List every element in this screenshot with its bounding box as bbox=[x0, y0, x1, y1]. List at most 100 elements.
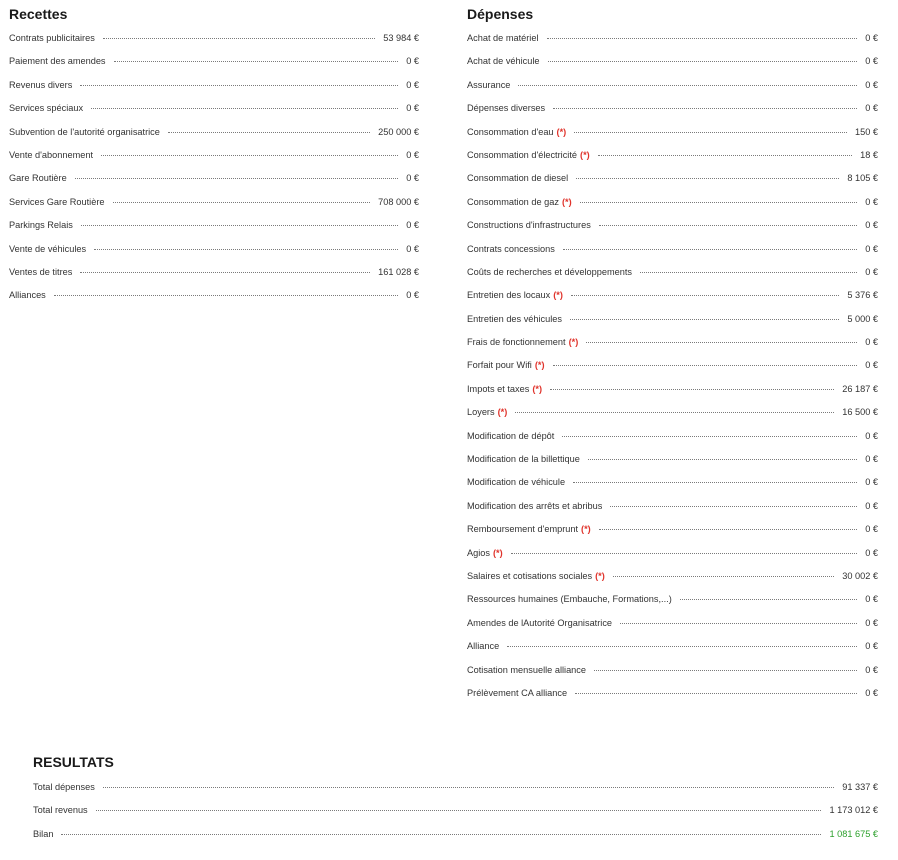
depense-row-value: 0 € bbox=[865, 56, 878, 67]
depense-row-value: 150 € bbox=[855, 126, 878, 137]
depense-row-label: Achat de véhicule bbox=[467, 56, 540, 67]
depense-row: Impots et taxes (*) 26 187 € bbox=[467, 383, 878, 406]
recette-row-label: Gare Routière bbox=[9, 173, 67, 184]
depenses-list: Achat de matériel 0 € Achat de véhicule 0 €… bbox=[467, 32, 878, 710]
depense-row-value: 0 € bbox=[865, 79, 878, 90]
recette-row-value: 0 € bbox=[406, 220, 419, 231]
resultat-row: Total dépenses 91 337 € bbox=[33, 781, 878, 804]
depense-row: Ressources humaines (Embauche, Formation… bbox=[467, 593, 878, 616]
dotted-leader bbox=[610, 505, 858, 507]
depense-row: Agios (*) 0 € bbox=[467, 547, 878, 570]
depense-row: Modification de véhicule 0 € bbox=[467, 476, 878, 499]
dotted-leader bbox=[550, 388, 835, 390]
recette-row-label: Vente d'abonnement bbox=[9, 149, 94, 160]
depense-row-label: Loyers bbox=[467, 407, 495, 418]
recette-row-label: Subvention de l'autorité organisatrice bbox=[9, 126, 160, 137]
depense-row: Dépenses diverses 0 € bbox=[467, 102, 878, 125]
depenses-heading: Dépenses bbox=[467, 6, 534, 22]
dotted-leader bbox=[597, 154, 853, 156]
depense-row-value: 0 € bbox=[865, 196, 878, 207]
depense-row: Assurance 0 € bbox=[467, 79, 878, 102]
resultat-row-label: Total revenus bbox=[33, 805, 88, 816]
depense-row-label: Coûts de recherches et développements bbox=[467, 266, 632, 277]
depense-row-label: Achat de matériel bbox=[467, 33, 539, 43]
depense-row-value: 18 € bbox=[860, 149, 878, 160]
depense-row-label: Modification des arrêts et abribus bbox=[467, 500, 603, 511]
recette-row: Services Gare Routière 708 000 € bbox=[9, 196, 419, 219]
depense-row: Achat de véhicule 0 € bbox=[467, 55, 878, 78]
depense-row: Constructions d'infrastructures 0 € bbox=[467, 219, 878, 242]
dotted-leader bbox=[575, 692, 858, 694]
depense-row-value: 0 € bbox=[865, 524, 878, 535]
depense-row-label: Modification de dépôt bbox=[467, 430, 555, 441]
recette-row-value: 53 984 € bbox=[383, 33, 419, 43]
depense-row-label: Ressources humaines (Embauche, Formation… bbox=[467, 594, 672, 605]
required-marker: (*) bbox=[561, 196, 572, 207]
depense-row-label: Impots et taxes bbox=[467, 383, 530, 394]
depense-row-value: 0 € bbox=[865, 103, 878, 114]
recette-row: Ventes de titres 161 028 € bbox=[9, 266, 419, 289]
recette-row-value: 0 € bbox=[406, 56, 419, 67]
depense-row-label: Amendes de lAutorité Organisatrice bbox=[467, 617, 613, 628]
depense-row-label: Remboursement d'emprunt bbox=[467, 524, 579, 535]
recette-row: Vente de véhicules 0 € bbox=[9, 243, 419, 266]
depense-row: Cotisation mensuelle alliance 0 € bbox=[467, 664, 878, 687]
required-marker: (*) bbox=[532, 383, 543, 394]
dotted-leader bbox=[612, 575, 835, 577]
depense-row-label: Consommation d'eau bbox=[467, 126, 554, 137]
recette-row-label: Ventes de titres bbox=[9, 266, 73, 277]
depense-row-label: Consommation d'électricité bbox=[467, 149, 578, 160]
depense-row: Contrats concessions 0 € bbox=[467, 243, 878, 266]
dotted-leader bbox=[598, 225, 858, 227]
depense-row-label: Agios bbox=[467, 547, 490, 558]
recette-row: Services spéciaux 0 € bbox=[9, 102, 419, 125]
dotted-leader bbox=[679, 599, 858, 601]
dotted-leader bbox=[574, 131, 847, 133]
resultats-list: Total dépenses 91 337 € Total revenus 1 173… bbox=[33, 781, 878, 851]
depense-row: Entretien des locaux (*) 5 376 € bbox=[467, 289, 878, 312]
dotted-leader bbox=[547, 61, 858, 63]
dotted-leader bbox=[518, 84, 858, 86]
depense-row-value: 0 € bbox=[865, 594, 878, 605]
recette-row: Paiement des amendes 0 € bbox=[9, 55, 419, 78]
dotted-leader bbox=[74, 178, 399, 180]
depense-row: Entretien des véhicules 5 000 € bbox=[467, 313, 878, 336]
depense-row-value: 8 105 € bbox=[847, 173, 878, 184]
required-marker: (*) bbox=[534, 360, 545, 371]
depense-row: Modification de la billettique 0 € bbox=[467, 453, 878, 476]
recette-row-value: 0 € bbox=[406, 243, 419, 254]
depense-row: Modification de dépôt 0 € bbox=[467, 430, 878, 453]
recette-row-label: Vente de véhicules bbox=[9, 243, 87, 254]
depense-row-value: 0 € bbox=[865, 477, 878, 488]
dotted-leader bbox=[576, 178, 840, 180]
required-marker: (*) bbox=[492, 547, 503, 558]
depense-row-value: 0 € bbox=[865, 454, 878, 465]
dotted-leader bbox=[507, 646, 858, 648]
depense-row: Salaires et cotisations sociales (*) 30 00… bbox=[467, 570, 878, 593]
dotted-leader bbox=[552, 365, 858, 367]
recette-row-label: Parkings Relais bbox=[9, 220, 73, 231]
recette-row: Vente d'abonnement 0 € bbox=[9, 149, 419, 172]
depense-row-value: 0 € bbox=[865, 243, 878, 254]
depense-row-value: 0 € bbox=[865, 33, 878, 43]
resultat-row: Total revenus 1 173 012 € bbox=[33, 804, 878, 827]
depense-row: Remboursement d'emprunt (*) 0 € bbox=[467, 523, 878, 546]
dotted-leader bbox=[620, 622, 858, 624]
recette-row-value: 0 € bbox=[406, 79, 419, 90]
dotted-leader bbox=[510, 552, 858, 554]
dotted-leader bbox=[570, 318, 840, 320]
depense-row-value: 30 002 € bbox=[842, 570, 878, 581]
recette-row: Alliances 0 € bbox=[9, 289, 419, 312]
resultat-row-value: 91 337 € bbox=[842, 782, 878, 792]
depense-row-label: Forfait pour Wifi bbox=[467, 360, 532, 371]
depense-row-label: Entretien des locaux bbox=[467, 290, 551, 301]
depense-row-value: 0 € bbox=[865, 500, 878, 511]
depense-row-value: 5 000 € bbox=[847, 313, 878, 324]
depense-row-value: 0 € bbox=[865, 547, 878, 558]
depense-row-value: 0 € bbox=[865, 664, 878, 675]
depense-row-label: Salaires et cotisations sociales bbox=[467, 570, 593, 581]
depense-row: Modification des arrêts et abribus 0 € bbox=[467, 500, 878, 523]
depense-row-label: Constructions d'infrastructures bbox=[467, 220, 591, 231]
required-marker: (*) bbox=[595, 570, 605, 581]
recette-row: Parkings Relais 0 € bbox=[9, 219, 419, 242]
